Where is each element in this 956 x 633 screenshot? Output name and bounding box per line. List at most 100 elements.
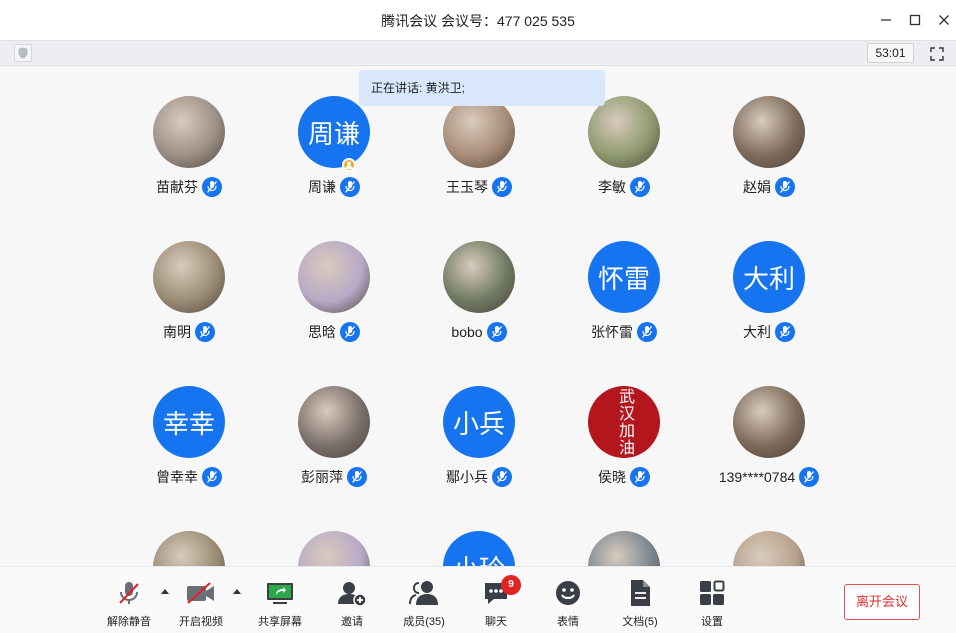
participant-avatar <box>733 386 805 458</box>
minimize-button[interactable] <box>876 10 896 30</box>
mic-icon <box>340 322 360 342</box>
participant-name: 苗献芬 <box>156 179 198 195</box>
participant-name-line: 周谦 <box>264 177 404 197</box>
participant-tile[interactable]: 小玲 <box>409 501 549 566</box>
participant-tile[interactable]: 幸幸曾幸幸 <box>119 356 259 487</box>
participant-avatar: 小玲 <box>443 531 515 566</box>
window-title: 腾讯会议 会议号：477 025 535 <box>381 13 575 29</box>
participant-tile[interactable] <box>264 501 404 566</box>
participant-tile[interactable]: bobo <box>409 211 549 342</box>
participant-avatar <box>153 96 225 168</box>
participant-avatar: 周谦 <box>298 96 370 168</box>
settings-label: 设置 <box>701 616 723 628</box>
avatar-initials: 小兵 <box>452 408 505 439</box>
participant-avatar <box>298 386 370 458</box>
chat-button[interactable]: 9 聊天 <box>466 575 526 629</box>
participant-avatar: 小兵 <box>443 386 515 458</box>
video-options-caret-icon[interactable] <box>231 585 243 597</box>
participant-tile[interactable]: 武汉加油 侯晓 <box>554 356 694 487</box>
participant-name: 曾幸幸 <box>156 469 198 485</box>
participant-name-line: 大利 <box>699 322 839 342</box>
leave-meeting-button[interactable]: 离开会议 <box>844 584 920 620</box>
start-video-button[interactable]: 开启视频 <box>171 579 231 629</box>
fullscreen-icon[interactable] <box>928 45 946 63</box>
participant-name-line: 王玉琴 <box>409 177 549 197</box>
participant-tile[interactable]: 小兵鄢小兵 <box>409 356 549 487</box>
participant-name: 张怀雷 <box>591 324 633 340</box>
participant-name: 彭丽萍 <box>301 469 343 485</box>
participant-avatar: 怀雷 <box>588 241 660 313</box>
participant-avatar <box>298 241 370 313</box>
participant-tile[interactable]: 怀雷张怀雷 <box>554 211 694 342</box>
mic-icon <box>492 177 512 197</box>
participant-name: 赵娟 <box>743 179 771 195</box>
participant-avatar <box>733 531 805 566</box>
participant-name: 鄢小兵 <box>446 469 488 485</box>
mic-muted-icon <box>99 579 159 607</box>
participant-name-line: 139****0784 <box>699 467 839 487</box>
emoji-button[interactable]: 表情 <box>538 579 598 629</box>
participant-name: 大利 <box>743 324 771 340</box>
audio-options-caret-icon[interactable] <box>159 585 171 597</box>
participant-name: 139****0784 <box>718 469 796 485</box>
participants-grid: 苗献芬 周谦 周谦 王玉琴 李敏 赵娟 南明 思晗 bobo 怀雷 张怀雷 大利 大利 幸幸 曾幸幸 彭丽萍小… <box>0 66 956 566</box>
unmute-button[interactable]: 解除静音 <box>99 579 159 629</box>
mic-icon <box>775 177 795 197</box>
mic-icon <box>340 177 360 197</box>
participant-name: 南明 <box>163 324 191 340</box>
participant-name-line: 侯晓 <box>554 467 694 487</box>
participant-tile[interactable]: 思晗 <box>264 211 404 342</box>
invite-button[interactable]: 邀请 <box>322 579 382 629</box>
maximize-button[interactable] <box>905 10 925 30</box>
mic-icon <box>637 322 657 342</box>
mic-icon <box>202 467 222 487</box>
document-icon <box>610 579 670 607</box>
members-button[interactable]: 成员(35) <box>394 579 454 629</box>
close-button[interactable] <box>934 10 954 30</box>
participant-tile[interactable]: 苗献芬 <box>119 66 259 197</box>
participant-tile[interactable]: 南明 <box>119 211 259 342</box>
shield-icon[interactable] <box>14 44 32 62</box>
docs-button[interactable]: 文档(5) <box>610 579 670 629</box>
mic-icon <box>347 467 367 487</box>
participant-avatar: 武汉加油 <box>588 386 660 458</box>
participant-name: 周谦 <box>308 179 336 195</box>
host-icon <box>342 158 356 172</box>
share-screen-button[interactable]: 共享屏幕 <box>250 579 310 629</box>
participant-tile[interactable]: 彭丽萍 <box>264 356 404 487</box>
avatar-initials: 大利 <box>742 263 795 294</box>
participant-tile[interactable] <box>699 501 839 566</box>
participant-avatar <box>443 241 515 313</box>
participant-tile[interactable] <box>554 501 694 566</box>
speaking-indicator: 正在讲话: 黄洪卫; <box>359 70 605 106</box>
unmute-label: 解除静音 <box>107 616 151 628</box>
participant-tile[interactable] <box>119 501 259 566</box>
participant-tile[interactable]: 139****0784 <box>699 356 839 487</box>
participant-name: bobo <box>451 324 483 340</box>
participant-name-line: 思晗 <box>264 322 404 342</box>
avatar-initials: 怀雷 <box>597 263 650 294</box>
chat-label: 聊天 <box>485 616 507 628</box>
avatar-initials: 小玲 <box>453 549 505 567</box>
avatar-initials: 幸幸 <box>162 408 215 439</box>
mic-icon <box>775 322 795 342</box>
participant-avatar: 幸幸 <box>153 386 225 458</box>
start-video-label: 开启视频 <box>179 616 223 628</box>
participant-name: 思晗 <box>308 324 336 340</box>
mic-icon <box>630 467 650 487</box>
participant-avatar: 大利 <box>733 241 805 313</box>
smiley-icon <box>538 579 598 607</box>
participant-name-line: 张怀雷 <box>554 322 694 342</box>
participant-avatar <box>153 241 225 313</box>
participant-tile[interactable]: 赵娟 <box>699 66 839 197</box>
participant-avatar <box>588 531 660 566</box>
docs-label: 文档(5) <box>622 616 658 628</box>
avatar-initials: 周谦 <box>307 118 360 149</box>
emoji-label: 表情 <box>557 616 579 628</box>
settings-button[interactable]: 设置 <box>682 579 742 629</box>
participant-tile[interactable]: 大利 大利 <box>699 211 839 342</box>
participant-name-line: 赵娟 <box>699 177 839 197</box>
participant-name-line: 鄢小兵 <box>409 467 549 487</box>
share-screen-icon <box>250 579 310 607</box>
mic-icon <box>195 322 215 342</box>
